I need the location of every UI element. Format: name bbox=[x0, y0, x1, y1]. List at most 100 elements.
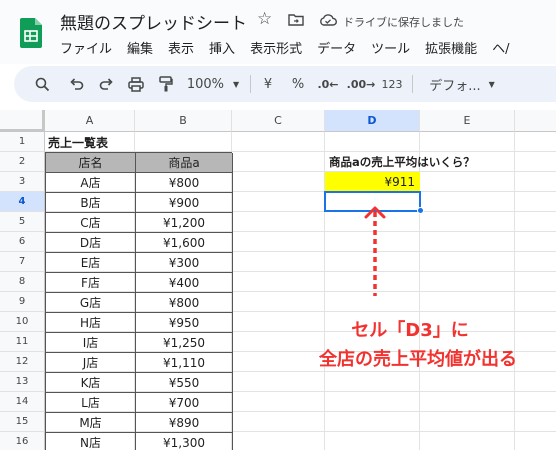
store-name-cell[interactable]: B店 bbox=[46, 193, 136, 213]
redo-icon bbox=[99, 78, 113, 90]
store-name-cell[interactable]: A店 bbox=[46, 173, 136, 193]
title-bar: 無題のスプレッドシート ☆ ドライブに保存しました ファイル 編集 表示 挿入 … bbox=[0, 0, 556, 64]
toolbar-divider bbox=[250, 75, 251, 93]
increase-decimal-button[interactable]: .00→ bbox=[344, 66, 378, 102]
menu-insert[interactable]: 挿入 bbox=[209, 38, 235, 57]
zoom-select[interactable]: 100% ▼ bbox=[184, 66, 242, 102]
sales-value-cell[interactable]: ¥1,200 bbox=[136, 213, 233, 233]
row-header[interactable]: 7 bbox=[0, 252, 45, 272]
font-select[interactable]: デフォ... ▼ bbox=[420, 66, 504, 102]
decrease-decimal-button[interactable]: .0← bbox=[314, 66, 342, 102]
grid-column-line bbox=[514, 132, 515, 450]
undo-icon bbox=[69, 78, 83, 90]
percent-format-button[interactable]: % bbox=[288, 66, 308, 102]
fill-handle[interactable] bbox=[417, 207, 424, 214]
column-header-c[interactable]: C bbox=[232, 110, 325, 132]
store-name-cell[interactable]: N店 bbox=[46, 433, 136, 450]
sales-value-cell[interactable]: ¥900 bbox=[136, 193, 233, 213]
row-header[interactable]: 9 bbox=[0, 292, 45, 312]
star-icon[interactable]: ☆ bbox=[257, 9, 272, 29]
menu-help[interactable]: ヘ/ bbox=[492, 38, 509, 57]
header-store-name[interactable]: 店名 bbox=[46, 153, 136, 173]
row-header[interactable]: 5 bbox=[0, 212, 45, 232]
column-header-a[interactable]: A bbox=[45, 110, 135, 132]
row-header[interactable]: 4 bbox=[0, 192, 45, 212]
search-icon bbox=[35, 77, 49, 91]
sales-value-cell[interactable]: ¥1,300 bbox=[136, 433, 233, 450]
currency-format-button[interactable]: ¥ bbox=[258, 66, 278, 102]
chevron-down-icon: ▼ bbox=[233, 79, 240, 89]
column-header-e[interactable]: E bbox=[420, 110, 515, 132]
sales-value-cell[interactable]: ¥1,110 bbox=[136, 353, 233, 373]
menu-file[interactable]: ファイル bbox=[60, 38, 112, 57]
annotation-line-1: セル「D3」に bbox=[351, 320, 469, 341]
store-name-cell[interactable]: I店 bbox=[46, 333, 136, 353]
sales-value-cell[interactable]: ¥800 bbox=[136, 293, 233, 313]
store-name-cell[interactable]: M店 bbox=[46, 413, 136, 433]
row-header[interactable]: 1 bbox=[0, 132, 45, 152]
sales-value-cell[interactable]: ¥950 bbox=[136, 313, 233, 333]
toolbar: 100% ▼ ¥ % .0← .00→ 123 デフォ... ▼ bbox=[14, 66, 556, 102]
store-name-cell[interactable]: D店 bbox=[46, 233, 136, 253]
paint-format-button[interactable] bbox=[152, 66, 180, 102]
row-header[interactable]: 3 bbox=[0, 172, 45, 192]
row-header[interactable]: 6 bbox=[0, 232, 45, 252]
sales-value-cell[interactable]: ¥550 bbox=[136, 373, 233, 393]
row-header[interactable]: 14 bbox=[0, 392, 45, 412]
row-header[interactable]: 15 bbox=[0, 412, 45, 432]
menu-extensions[interactable]: 拡張機能 bbox=[425, 38, 477, 57]
redo-button[interactable] bbox=[92, 66, 120, 102]
more-formats-button[interactable]: 123 bbox=[378, 66, 406, 102]
sales-value-cell[interactable]: ¥300 bbox=[136, 253, 233, 273]
font-value: デフォ... bbox=[429, 78, 481, 94]
store-name-cell[interactable]: J店 bbox=[46, 353, 136, 373]
sheets-logo-icon[interactable] bbox=[20, 18, 42, 48]
menu-format[interactable]: 表示形式 bbox=[250, 38, 302, 57]
menu-data[interactable]: データ bbox=[317, 38, 356, 57]
sales-value-cell[interactable]: ¥1,600 bbox=[136, 233, 233, 253]
menu-bar: ファイル 編集 表示 挿入 表示形式 データ ツール 拡張機能 ヘ/ bbox=[60, 38, 525, 57]
sales-value-cell[interactable]: ¥700 bbox=[136, 393, 233, 413]
chevron-down-icon: ▼ bbox=[488, 79, 495, 89]
store-name-cell[interactable]: G店 bbox=[46, 293, 136, 313]
cell-d2-question[interactable]: 商品aの売上平均はいくら？ bbox=[329, 152, 529, 172]
cell-a1-table-title[interactable]: 売上一覧表 bbox=[48, 132, 168, 152]
column-header-b[interactable]: B bbox=[135, 110, 232, 132]
select-all-corner[interactable] bbox=[0, 110, 45, 132]
sales-value-cell[interactable]: ¥890 bbox=[136, 413, 233, 433]
header-product-a[interactable]: 商品a bbox=[136, 153, 233, 173]
store-name-cell[interactable]: H店 bbox=[46, 313, 136, 333]
undo-button[interactable] bbox=[62, 66, 90, 102]
column-header-f[interactable] bbox=[515, 110, 556, 132]
store-name-cell[interactable]: F店 bbox=[46, 273, 136, 293]
row-header[interactable]: 16 bbox=[0, 432, 45, 450]
row-header[interactable]: 11 bbox=[0, 332, 45, 352]
move-folder-icon[interactable] bbox=[288, 13, 304, 26]
annotation-arrow bbox=[364, 206, 386, 296]
store-name-cell[interactable]: K店 bbox=[46, 373, 136, 393]
paint-format-icon bbox=[159, 76, 173, 92]
menu-view[interactable]: 表示 bbox=[168, 38, 194, 57]
store-name-cell[interactable]: E店 bbox=[46, 253, 136, 273]
row-header[interactable]: 13 bbox=[0, 372, 45, 392]
store-name-cell[interactable]: C店 bbox=[46, 213, 136, 233]
menu-tools[interactable]: ツール bbox=[371, 38, 410, 57]
row-header[interactable]: 8 bbox=[0, 272, 45, 292]
toolbar-divider bbox=[412, 75, 413, 93]
search-menus-button[interactable] bbox=[28, 66, 56, 102]
menu-edit[interactable]: 編集 bbox=[127, 38, 153, 57]
row-header[interactable]: 2 bbox=[0, 152, 45, 172]
row-header[interactable]: 12 bbox=[0, 352, 45, 372]
sales-value-cell[interactable]: ¥800 bbox=[136, 173, 233, 193]
spreadsheet-grid[interactable]: A B C D E 1 2 3 4 5 6 7 8 9 10 11 12 13 14 15 16 売上一覧表 … bbox=[0, 110, 556, 450]
store-name-cell[interactable]: L店 bbox=[46, 393, 136, 413]
document-title[interactable]: 無題のスプレッドシート bbox=[60, 9, 247, 34]
cell-d3-average[interactable]: ¥911 bbox=[325, 172, 420, 192]
print-button[interactable] bbox=[122, 66, 150, 102]
sales-value-cell[interactable]: ¥1,250 bbox=[136, 333, 233, 353]
cloud-saved-icon[interactable] bbox=[319, 14, 337, 26]
save-status: ドライブに保存しました bbox=[343, 16, 464, 29]
sales-value-cell[interactable]: ¥400 bbox=[136, 273, 233, 293]
column-header-d[interactable]: D bbox=[325, 110, 420, 132]
row-header[interactable]: 10 bbox=[0, 312, 45, 332]
